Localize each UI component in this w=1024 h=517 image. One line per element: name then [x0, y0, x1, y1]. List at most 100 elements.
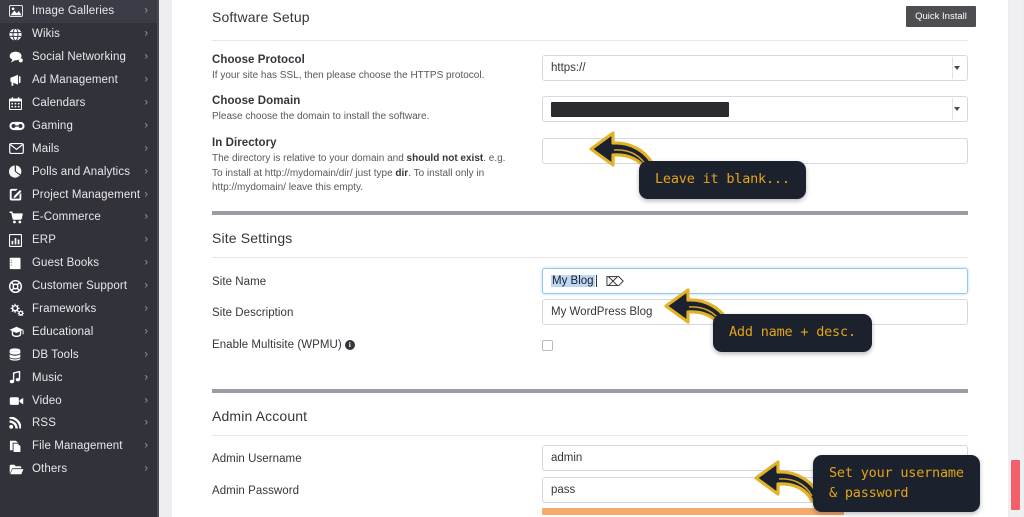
site-name-label: Site Name [212, 276, 267, 288]
rss-icon [9, 416, 26, 430]
chevron-down-icon [954, 107, 960, 112]
site-name-value: My Blog [551, 275, 595, 287]
chevron-right-icon: › [144, 462, 148, 475]
callout-set-username-password: Set your username & password [813, 455, 980, 513]
sidebar-item-label: Social Networking [32, 51, 126, 64]
chevron-right-icon: › [144, 279, 148, 292]
choose-protocol-select[interactable]: https:// [542, 55, 968, 81]
choose-domain-label: Choose Domain [212, 95, 301, 108]
sidebar-item-label: Ad Management [32, 74, 118, 87]
chevron-right-icon: › [144, 165, 148, 178]
envelope-icon [9, 142, 26, 156]
book-icon [9, 256, 26, 270]
chevron-right-icon: › [144, 4, 148, 17]
lifebuoy-icon [9, 279, 26, 293]
chevron-right-icon: › [144, 119, 148, 132]
text-caret [595, 275, 597, 287]
site-name-input[interactable]: My Blog ⌦ [542, 268, 968, 294]
chevron-right-icon: › [144, 416, 148, 429]
sidebar-item-db-tools[interactable]: DB Tools › [0, 343, 157, 366]
sidebar-item-label: Project Management [32, 188, 141, 201]
sidebar-item-social-networking[interactable]: Social Networking › [0, 46, 157, 69]
enable-multisite-label: Enable Multisite (WPMU) i [212, 339, 542, 351]
sidebar-item-rss[interactable]: RSS › [0, 412, 157, 435]
sidebar-item-others[interactable]: Others › [0, 458, 157, 481]
music-note-icon [9, 371, 26, 385]
quick-install-page: Image Galleries › Wikis › Social Networking ›… [0, 0, 1024, 517]
sidebar-item-wikis[interactable]: Wikis › [0, 23, 157, 46]
page-scrollbar-track[interactable] [1010, 0, 1022, 517]
sidebar-item-label: DB Tools [32, 348, 79, 361]
sidebar-item-image-galleries[interactable]: Image Galleries › [0, 0, 157, 23]
choose-protocol-row: Choose Protocol If your site has SSL, th… [172, 54, 1008, 83]
quick-install-button[interactable]: Quick Install [906, 6, 976, 27]
sidebar-item-video[interactable]: Video › [0, 389, 157, 412]
sidebar-item-ad-management[interactable]: Ad Management › [0, 69, 157, 92]
category-sidebar[interactable]: Image Galleries › Wikis › Social Networking ›… [0, 0, 157, 517]
sidebar-item-mails[interactable]: Mails › [0, 137, 157, 160]
chevron-right-icon: › [144, 256, 148, 269]
choose-protocol-label: Choose Protocol [212, 54, 305, 66]
redacted-domain-value [551, 101, 729, 117]
sidebar-item-label: RSS [32, 417, 56, 430]
sidebar-item-label: Polls and Analytics [32, 165, 131, 178]
choose-protocol-value: https:// [551, 62, 586, 74]
sidebar-item-guest-books[interactable]: Guest Books › [0, 252, 157, 275]
chevron-right-icon: › [144, 96, 148, 109]
sidebar-item-customer-support[interactable]: Customer Support › [0, 275, 157, 298]
divider [212, 435, 968, 436]
sidebar-item-music[interactable]: Music › [0, 366, 157, 389]
info-icon[interactable]: i [344, 340, 355, 350]
choose-domain-row: Choose Domain Please choose the domain t… [172, 95, 1008, 124]
chevron-right-icon: › [144, 27, 148, 40]
site-description-row: Site Description My WordPress Blog [172, 299, 1008, 325]
sidebar-item-e-commerce[interactable]: E-Commerce › [0, 206, 157, 229]
sidebar-item-label: Educational [32, 325, 94, 338]
choose-domain-help: Please choose the domain to install the … [212, 111, 430, 123]
gamepad-icon [9, 119, 26, 133]
sidebar-item-file-management[interactable]: File Management › [0, 435, 157, 458]
choose-domain-select[interactable] [542, 96, 968, 123]
sidebar-item-label: Music [32, 371, 63, 384]
admin-username-label: Admin Username [212, 453, 302, 465]
section-divider [212, 211, 968, 215]
admin-password-label: Admin Password [212, 485, 300, 497]
chevron-right-icon: › [144, 394, 148, 407]
site-settings-title: Site Settings [212, 230, 293, 246]
sidebar-item-erp[interactable]: ERP › [0, 229, 157, 252]
callout-leave-blank: Leave it blank... [639, 161, 806, 199]
sidebar-item-label: ERP [32, 234, 56, 247]
folder-open-icon [9, 462, 26, 476]
sidebar-item-polls-and-analytics[interactable]: Polls and Analytics › [0, 160, 157, 183]
enable-multisite-row: Enable Multisite (WPMU) i [172, 339, 1008, 351]
chevron-right-icon: › [144, 325, 148, 338]
sidebar-item-label: File Management [32, 440, 123, 453]
sidebar-item-educational[interactable]: Educational › [0, 320, 157, 343]
software-setup-section: Software Setup Quick Install Choose Prot… [172, 0, 1008, 195]
pie-chart-icon [9, 165, 26, 179]
admin-account-title: Admin Account [212, 408, 308, 424]
sidebar-item-label: Frameworks [32, 303, 97, 316]
sidebar-item-label: Gaming [32, 119, 73, 132]
enable-multisite-checkbox[interactable] [542, 340, 553, 351]
chat-bubble-icon [9, 50, 26, 64]
megaphone-icon [9, 73, 26, 87]
sidebar-item-gaming[interactable]: Gaming › [0, 114, 157, 137]
video-camera-icon [9, 394, 26, 408]
divider [212, 40, 968, 41]
sidebar-item-frameworks[interactable]: Frameworks › [0, 298, 157, 321]
page-scrollbar-thumb[interactable] [1011, 460, 1020, 510]
chevron-right-icon: › [144, 50, 148, 63]
sidebar-item-project-management[interactable]: Project Management › [0, 183, 157, 206]
chevron-right-icon: › [144, 371, 148, 384]
sidebar-item-label: E-Commerce [32, 211, 101, 224]
site-name-row: Site Name My Blog ⌦ [172, 268, 1008, 294]
globe-icon [9, 27, 26, 41]
in-directory-label: In Directory [212, 137, 277, 150]
section-divider [212, 389, 968, 393]
sidebar-item-label: Video [32, 394, 62, 407]
sidebar-item-calendars[interactable]: Calendars › [0, 92, 157, 115]
site-description-label: Site Description [212, 307, 294, 319]
site-settings-section: Site Settings Site Name My Blog ⌦ Site De… [172, 225, 1008, 351]
chevron-right-icon: › [144, 233, 148, 246]
